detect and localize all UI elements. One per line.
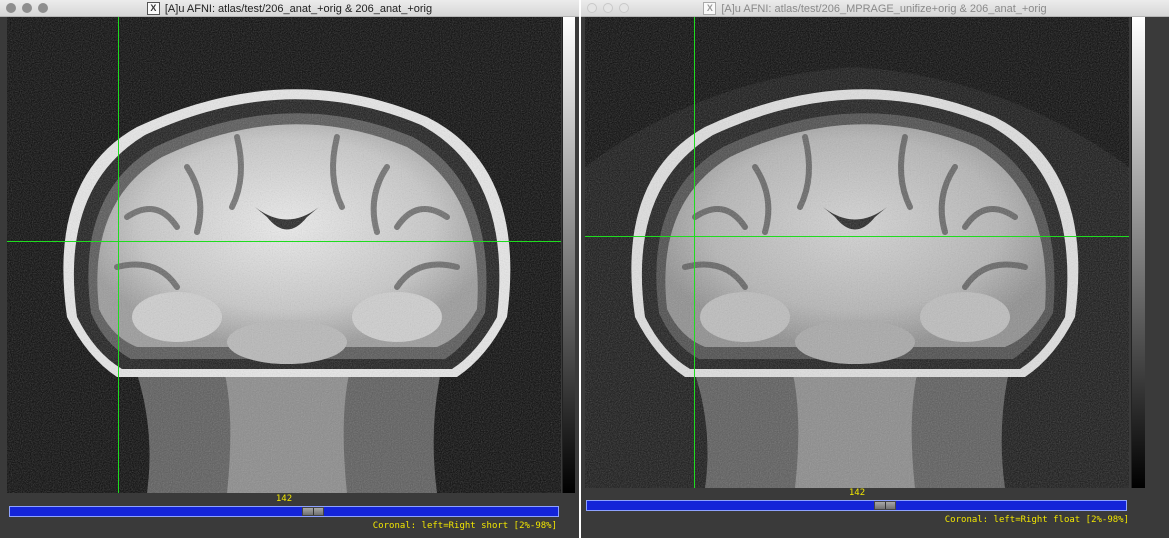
afni-image-window-left: X [A]u AFNI: atlas/test/206_anat_+orig &…: [0, 0, 579, 538]
coronal-image-viewport[interactable]: [585, 17, 1129, 488]
slice-number-label: 142: [275, 494, 293, 504]
crosshair-horizontal: [7, 241, 561, 242]
coronal-image-viewport[interactable]: [7, 17, 561, 493]
x11-icon: X: [146, 2, 160, 15]
window-title: [A]u AFNI: atlas/test/206_anat_+orig & 2…: [164, 2, 433, 15]
window-controls: [6, 3, 48, 13]
window-title: [A]u AFNI: atlas/test/206_MPRAGE_unifize…: [721, 2, 1047, 15]
coronal-mri-slice: [7, 17, 561, 493]
crosshair-horizontal: [585, 236, 1129, 237]
slice-slider[interactable]: [9, 506, 559, 517]
window-titlebar[interactable]: X [A]u AFNI: atlas/test/206_MPRAGE_unifi…: [581, 0, 1169, 17]
zoom-window-button[interactable]: [619, 3, 629, 13]
minimize-window-button[interactable]: [22, 3, 32, 13]
view-status-label: Coronal: left=Right short [2%-98%]: [372, 521, 557, 531]
slice-number-label: 142: [848, 488, 866, 498]
zoom-window-button[interactable]: [38, 3, 48, 13]
intensity-colorbar[interactable]: [562, 17, 575, 493]
x11-icon: X: [703, 2, 717, 15]
window-titlebar[interactable]: X [A]u AFNI: atlas/test/206_anat_+orig &…: [0, 0, 579, 17]
crosshair-vertical: [694, 17, 695, 488]
coronal-mri-slice: [585, 17, 1129, 488]
slice-slider-thumb[interactable]: [874, 501, 896, 510]
intensity-colorbar[interactable]: [1131, 17, 1145, 488]
minimize-window-button[interactable]: [603, 3, 613, 13]
view-status-label: Coronal: left=Right float [2%-98%]: [944, 515, 1129, 525]
slice-slider[interactable]: [586, 500, 1127, 511]
close-window-button[interactable]: [587, 3, 597, 13]
afni-image-window-right: X [A]u AFNI: atlas/test/206_MPRAGE_unifi…: [581, 0, 1169, 538]
close-window-button[interactable]: [6, 3, 16, 13]
window-controls: [587, 3, 629, 13]
slice-slider-thumb[interactable]: [302, 507, 324, 516]
crosshair-vertical: [118, 17, 119, 493]
